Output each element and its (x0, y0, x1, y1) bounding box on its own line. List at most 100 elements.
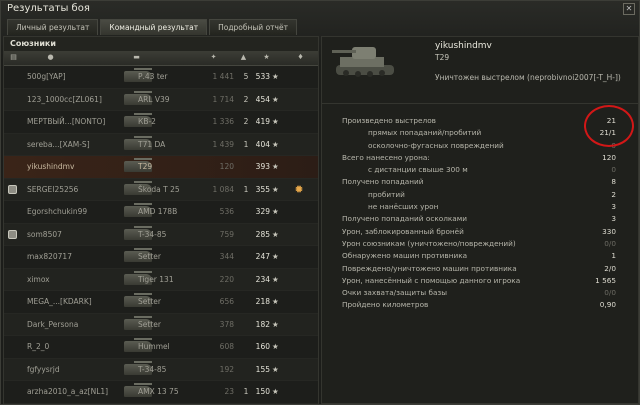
xp-star-icon: ★ (272, 387, 279, 396)
vehicle-name: Tiger 131 (138, 274, 174, 284)
table-row[interactable]: sereba...[XAM-S] T71 DA 1 439 1 404 ★ (4, 133, 318, 156)
stat-label: с дистанции свыше 300 м (368, 165, 468, 175)
xp-value: 533 (255, 72, 270, 81)
table-row[interactable]: R_2_0 Hummel 608 160 ★ (4, 336, 318, 359)
tab-detailed-report[interactable]: Подробный отчёт (209, 19, 297, 35)
player-name[interactable]: MEGA_...[KDARK] (27, 291, 92, 313)
damage-value: 759 (219, 229, 234, 239)
table-row[interactable]: 123_1000cc[ZL061] ARL V39 1 714 2 454 ★ (4, 88, 318, 111)
allies-title: Союзники (4, 37, 318, 51)
stat-row: Урон, нанесённый с помощью данного игрок… (342, 275, 616, 287)
stat-label: Пройдено километров (342, 300, 429, 310)
stats-list: Произведено выстрелов 21 прямых попаданий/… (342, 115, 616, 312)
xp-star-icon: ★ (272, 297, 279, 306)
allies-panel: Союзники ▤ ● ▬ ✦ ▲ ★ ♦ 500g[YAP] Р.43 ter… (3, 36, 319, 404)
table-row[interactable]: SERGEI25256 Škoda T 25 1 084 1 355 ★ ✹ (4, 178, 318, 201)
player-name[interactable]: som8507 (27, 224, 62, 246)
table-row[interactable]: МЕРТВЫЙ...[NONTO] КВ-2 1 336 2 419 ★ (4, 111, 318, 134)
player-name[interactable]: SERGEI25256 (27, 179, 78, 201)
stat-label: Получено попаданий (342, 177, 424, 187)
window-title: Результаты боя (7, 3, 90, 14)
stat-row: не нанёсших урон 3 (342, 201, 616, 213)
tab-bar: Личный результат Командный результат Под… (7, 19, 299, 35)
player-name[interactable]: fgfyysrjd (27, 359, 60, 381)
stat-value: 1 (611, 251, 616, 261)
stat-label: Урон союзникам (уничтожено/повреждений) (342, 238, 516, 248)
player-name[interactable]: 123_1000cc[ZL061] (27, 89, 102, 111)
player-tank-name: T29 (435, 53, 450, 62)
kills-value: 1 (243, 139, 249, 149)
stat-label: Урон, нанесённый с помощью данного игрок… (342, 275, 521, 285)
damage-value: 1 714 (212, 94, 234, 104)
damage-value: 1 336 (212, 117, 234, 126)
stat-row: Урон, заблокированный бронёй 330 (342, 226, 616, 238)
tab-personal-result[interactable]: Личный результат (7, 19, 99, 35)
stat-row: Произведено выстрелов 21 (342, 115, 616, 127)
stat-value: 0 (611, 165, 616, 175)
table-row[interactable]: ximox Tiger 131 220 234 ★ (4, 268, 318, 291)
table-row[interactable]: yikushindmv T29 120 393 ★ (4, 156, 318, 179)
stat-value: 0,90 (599, 300, 616, 310)
player-status: Уничтожен выстрелом (neprobivnoi2007[-T_… (435, 73, 621, 82)
stat-value: 330 (602, 226, 616, 236)
stat-value: 2/0 (604, 263, 616, 273)
table-row[interactable]: max820717 Setter 344 247 ★ (4, 246, 318, 269)
stat-label: осколочно-фугасных повреждений (368, 140, 504, 150)
player-name[interactable]: МЕРТВЫЙ...[NONTO] (27, 111, 105, 133)
xp-star-icon: ★ (272, 72, 279, 81)
platoon-icon (8, 229, 17, 239)
table-row[interactable]: Egorshchukin99 AMD 178B 536 329 ★ (4, 201, 318, 224)
stat-row: осколочно-фугасных повреждений 0 (342, 140, 616, 152)
table-row[interactable]: fgfyysrjd T-34-85 192 155 ★ (4, 358, 318, 381)
xp-star-icon: ★ (272, 94, 279, 104)
vehicle-name: T71 DA (138, 139, 166, 149)
table-row[interactable]: Dark_Persona Setter 378 182 ★ (4, 313, 318, 336)
vehicle-name: T-34-85 (138, 229, 167, 239)
xp-value: 160 (255, 342, 270, 351)
stat-label: Получено попаданий осколками (342, 214, 467, 224)
table-row[interactable]: arzha2010_a_az[NL1] AMX 13 75 23 1 150 ★ (4, 381, 318, 404)
vehicle-name: Setter (138, 252, 161, 261)
tank-icon[interactable]: ▬ (132, 53, 141, 62)
player-name[interactable]: Dark_Persona (27, 314, 78, 336)
stat-row: с дистанции свыше 300 м 0 (342, 164, 616, 176)
player-name[interactable]: R_2_0 (27, 336, 49, 358)
t29-tank-icon (332, 47, 394, 77)
kills-value: 1 (243, 387, 249, 396)
damage-value: 23 (224, 387, 234, 396)
player-name[interactable]: ximox (27, 269, 50, 291)
stat-value: 8 (611, 177, 616, 187)
close-icon[interactable]: ✕ (623, 3, 635, 15)
player-name[interactable]: max820717 (27, 246, 72, 268)
stat-row: пробитий 2 (342, 189, 616, 201)
damage-value: 120 (219, 162, 234, 171)
player-name[interactable]: yikushindmv (27, 156, 74, 178)
xp-value: 454 (255, 94, 270, 104)
stat-value: 0/0 (604, 288, 616, 298)
achievement-icon[interactable]: ♦ (296, 53, 305, 62)
table-row[interactable]: som8507 T-34-85 759 285 ★ (4, 223, 318, 246)
vehicle-name: AMD 178B (138, 207, 178, 216)
table-row[interactable]: MEGA_...[KDARK] Setter 656 218 ★ (4, 291, 318, 314)
table-row[interactable]: 500g[YAP] Р.43 ter 1 441 5 533 ★ (4, 66, 318, 89)
tab-team-result[interactable]: Командный результат (100, 19, 208, 35)
stat-row: Всего нанесено урона: 120 (342, 152, 616, 164)
kills-icon[interactable]: ▲ (239, 53, 248, 62)
player-name[interactable]: Egorshchukin99 (27, 201, 87, 223)
kills-value: 1 (243, 184, 249, 194)
xp-star-icon: ★ (272, 139, 279, 149)
player-name[interactable]: 500g[YAP] (27, 66, 66, 88)
player-icon[interactable]: ● (46, 53, 55, 62)
stat-label: Повреждено/уничтожено машин противника (342, 263, 517, 273)
platoon-icon (8, 184, 17, 194)
battle-results-window: Результаты боя ✕ Личный результат Команд… (0, 0, 640, 405)
player-name[interactable]: sereba...[XAM-S] (27, 134, 90, 156)
player-name[interactable]: arzha2010_a_az[NL1] (27, 381, 108, 403)
medal-icon[interactable]: ✹ (292, 183, 306, 197)
vehicle-name: КВ-2 (138, 117, 156, 126)
damage-icon[interactable]: ✦ (209, 53, 218, 62)
stat-row: Обнаружено машин противника 1 (342, 250, 616, 262)
squad-icon[interactable]: ▤ (9, 53, 18, 62)
allies-table-header: ▤ ● ▬ ✦ ▲ ★ ♦ (4, 51, 318, 66)
xp-icon[interactable]: ★ (262, 53, 271, 62)
